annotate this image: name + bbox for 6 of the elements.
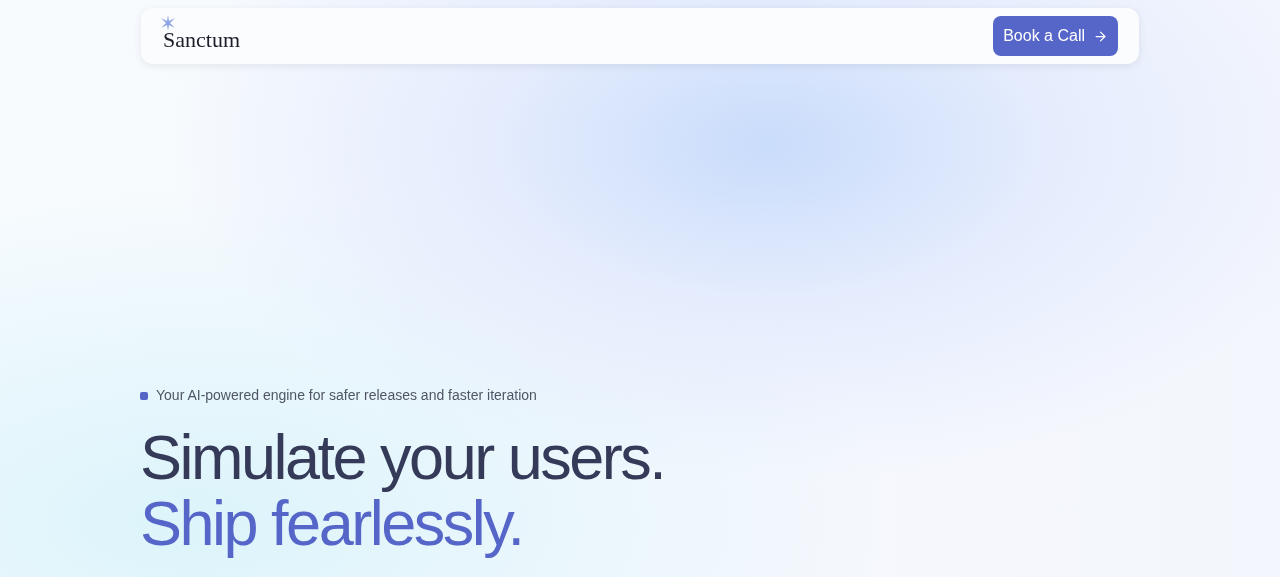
- star-icon: [160, 15, 176, 31]
- headline: Simulate your users.: [140, 424, 666, 490]
- bullet-icon: [140, 391, 148, 400]
- book-call-button[interactable]: Book a Call: [993, 16, 1118, 56]
- tagline: Your AI-powered engine for safer releases and faster iteration: [156, 386, 537, 405]
- logo[interactable]: Sanctum: [163, 29, 240, 51]
